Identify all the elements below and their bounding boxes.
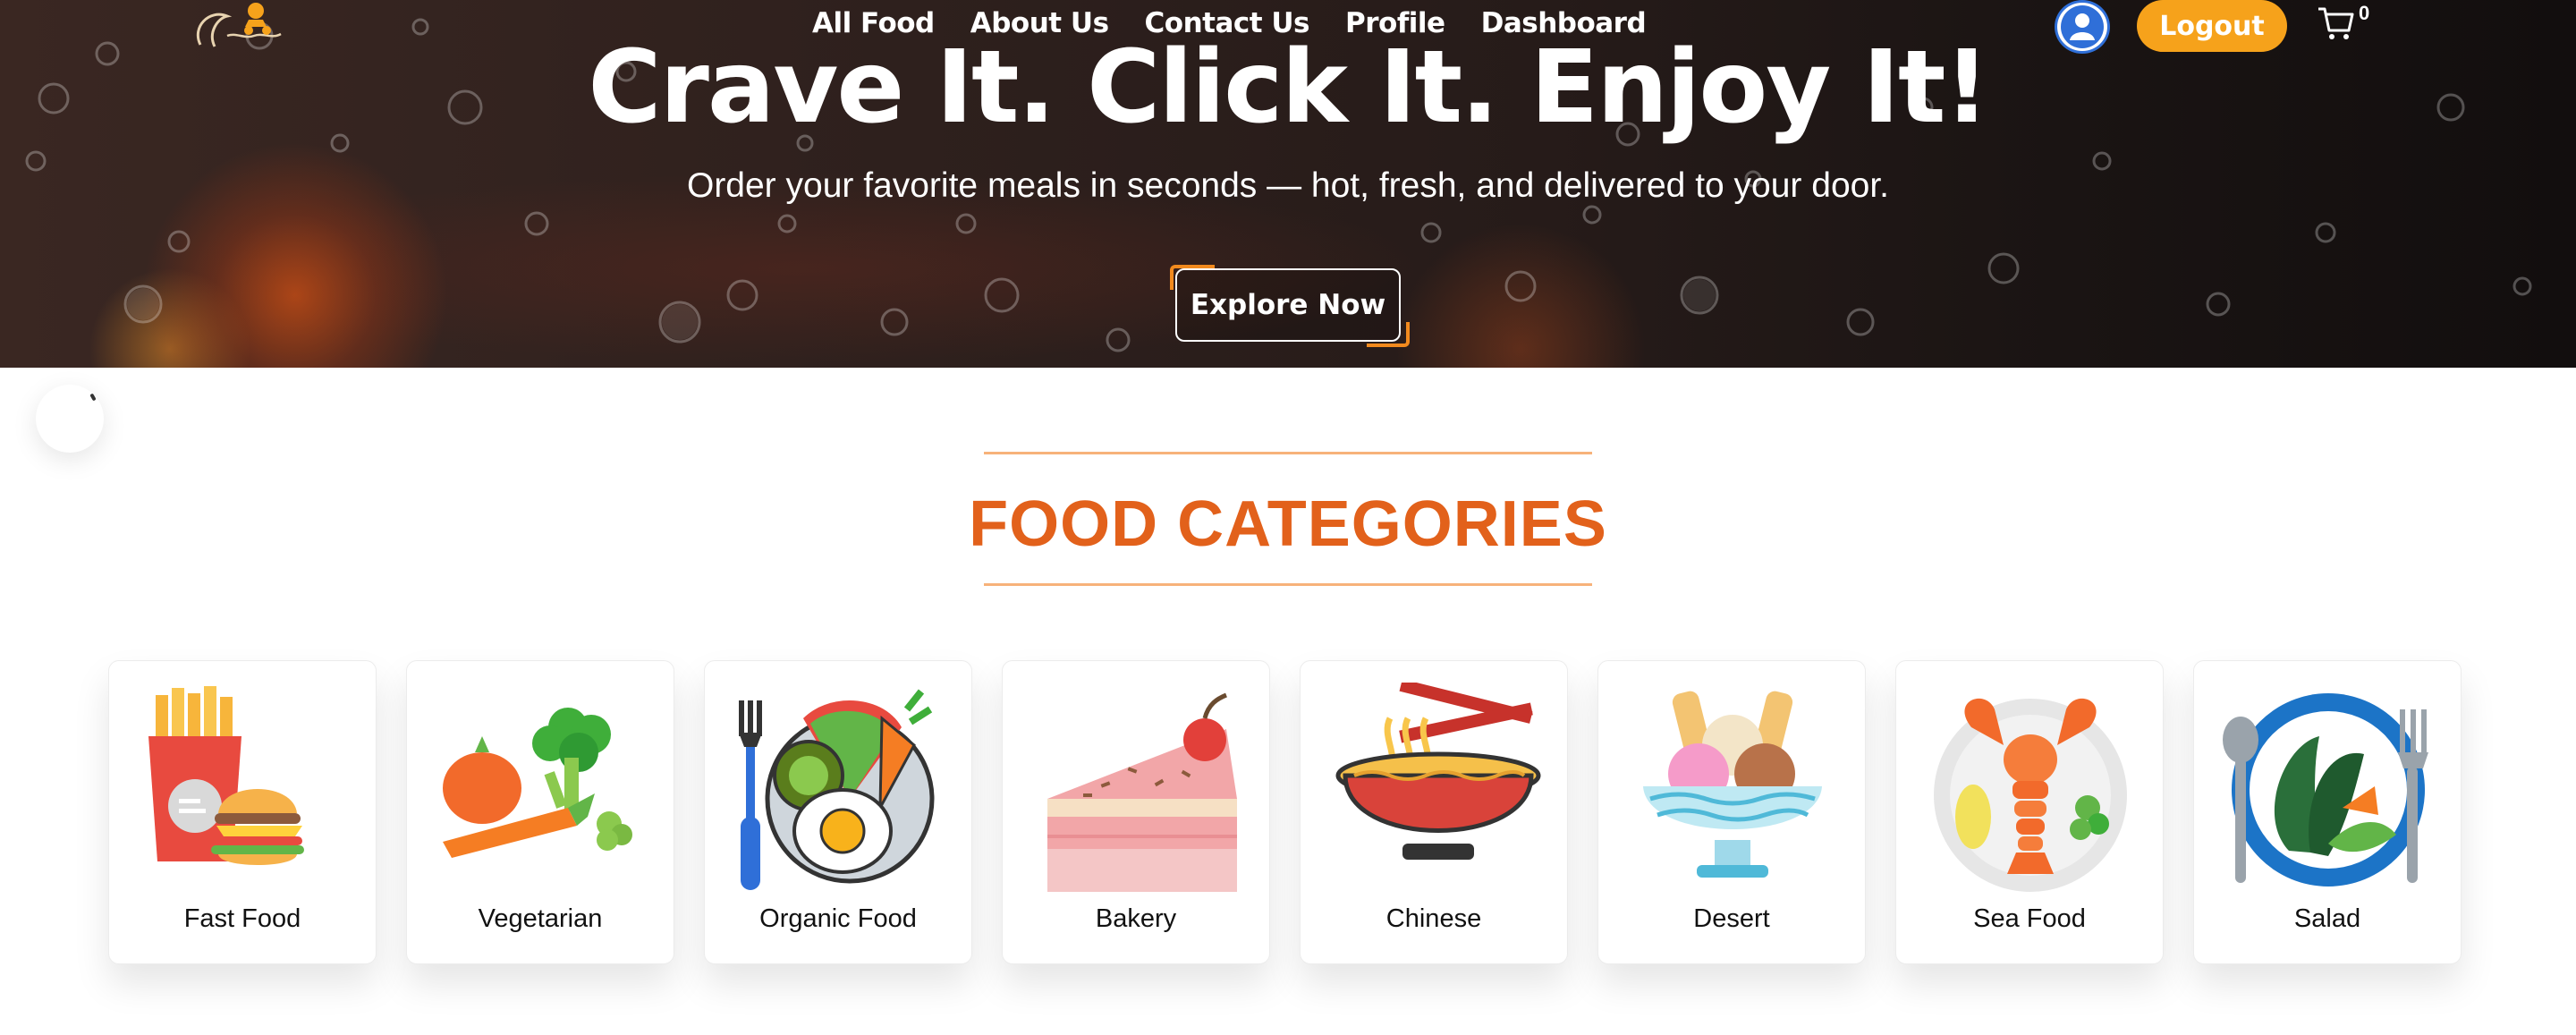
section-title: FOOD CATEGORIES [969,488,1607,560]
cake-slice-icon [1047,692,1237,892]
hero-subhead: Order your favorite meals in seconds — h… [686,166,1889,205]
cart-count-badge: 0 [2359,2,2370,24]
category-card-sea-food[interactable]: Sea Food [1895,660,2164,964]
category-label: Bakery [1095,904,1177,933]
category-card-bakery[interactable]: Bakery [1002,660,1270,964]
vegetables-icon [443,708,632,858]
category-label: Vegetarian [478,904,603,933]
hero-banner: All Food About Us Contact Us Profile Das… [0,0,2576,368]
ice-cream-bowl-icon [1643,691,1822,878]
category-list: Fast Food Vegetarian Organic Food Bakery… [108,660,2470,964]
organic-plate-icon [739,689,935,890]
lobster-plate-icon [1934,698,2127,892]
category-card-chinese[interactable]: Chinese [1300,660,1568,964]
noodle-bowl-icon [1335,683,1541,860]
category-label: Chinese [1385,904,1482,933]
title-rule-bottom [984,583,1592,586]
title-rule-top [984,452,1592,454]
category-card-desert[interactable]: Desert [1597,660,1866,964]
category-card-organic-food[interactable]: Organic Food [704,660,972,964]
cta-corner-accent [1367,322,1410,347]
category-label: Salad [2293,904,2361,933]
category-label: Desert [1693,904,1770,933]
category-card-salad[interactable]: Salad [2193,660,2462,964]
category-label: Organic Food [759,904,917,933]
category-card-vegetarian[interactable]: Vegetarian [406,660,674,964]
category-card-fast-food[interactable]: Fast Food [108,660,377,964]
scroll-indicator[interactable] [36,385,104,453]
category-label: Sea Food [1973,904,2086,933]
category-label: Fast Food [183,904,301,933]
fast-food-icon [148,686,304,865]
hero-headline: Crave It. Click It. Enjoy It! [588,30,1989,146]
salad-plate-icon [2223,693,2428,887]
